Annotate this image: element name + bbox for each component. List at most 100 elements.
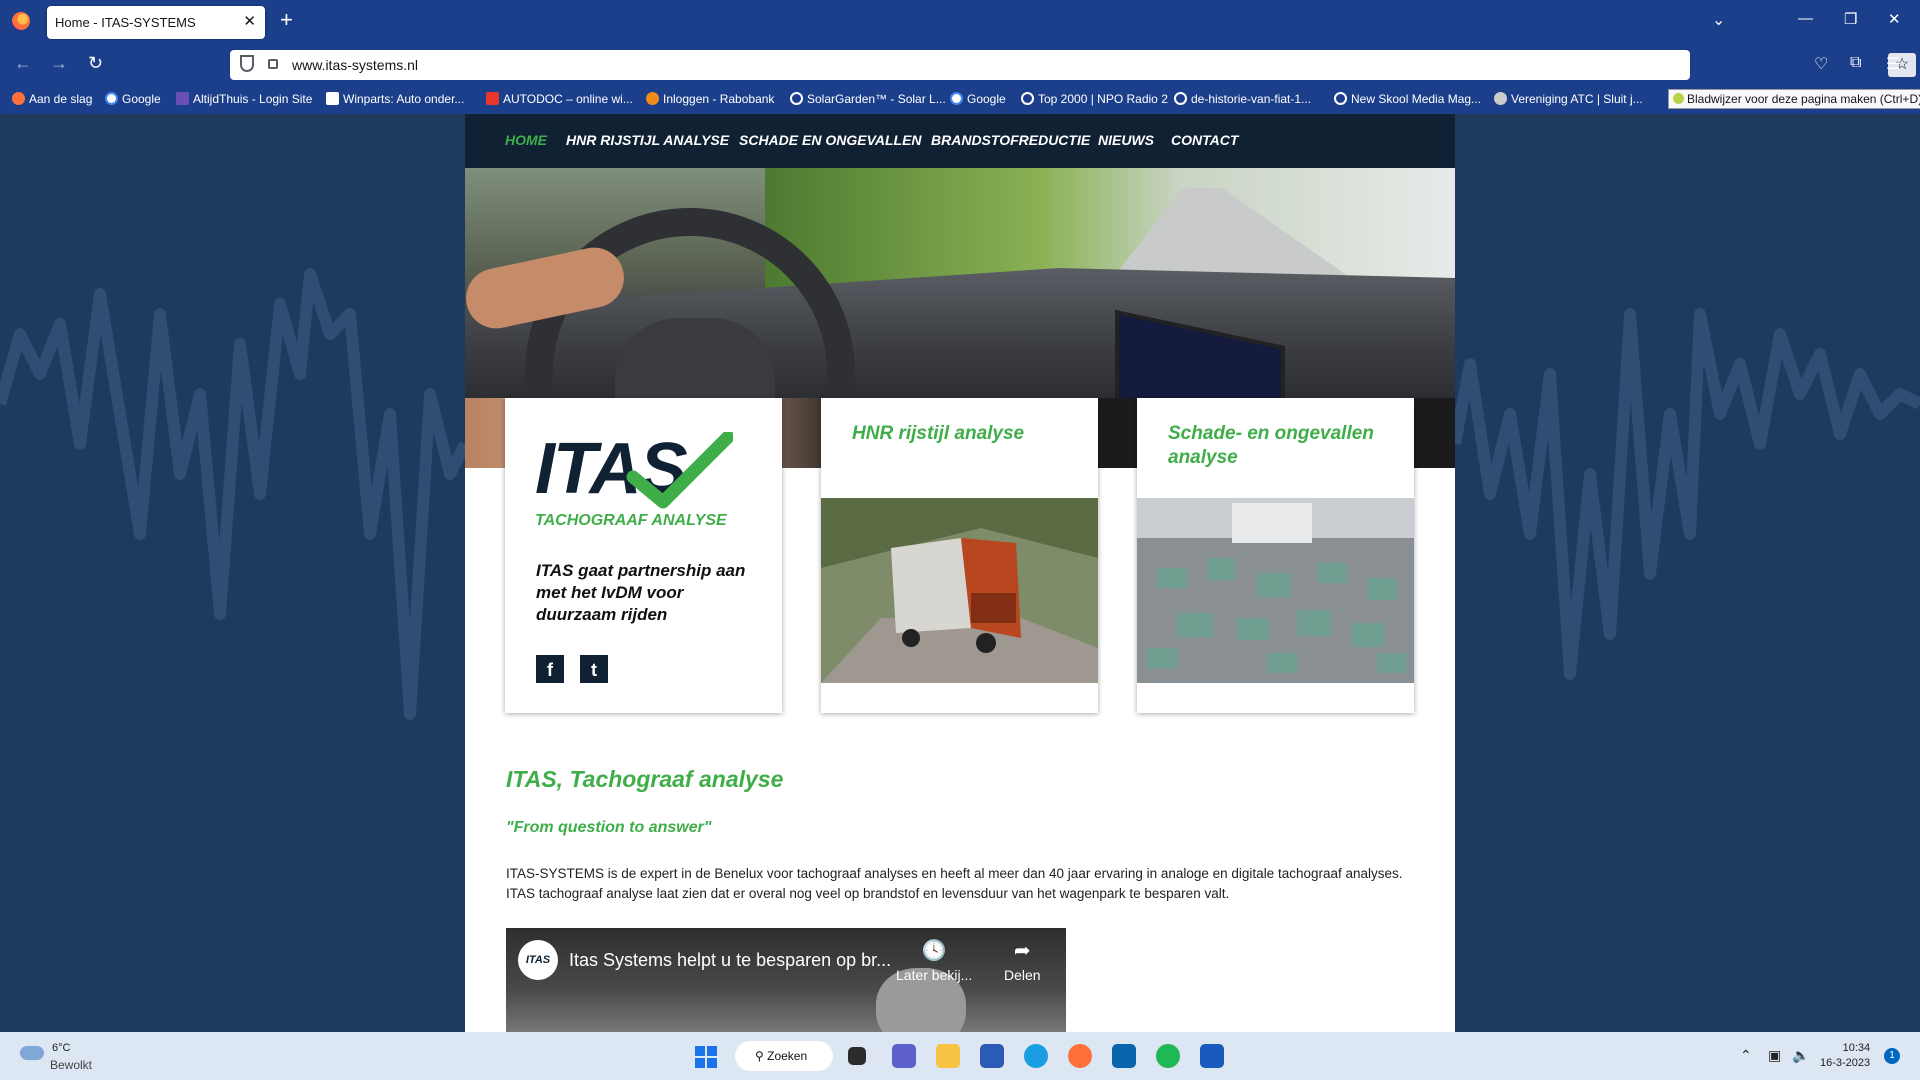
nav-contact[interactable]: CONTACT xyxy=(1171,132,1238,148)
file-explorer-icon[interactable] xyxy=(936,1044,960,1068)
start-button[interactable] xyxy=(695,1046,717,1068)
cloud-icon[interactable] xyxy=(20,1046,44,1060)
site-icon xyxy=(1494,92,1507,105)
truck-image[interactable] xyxy=(821,498,1098,683)
card-title[interactable]: Schade- en ongevallen analyse xyxy=(1168,422,1398,470)
card-title[interactable]: HNR rijstijl analyse xyxy=(852,422,1082,446)
card-hnr-rijstijl[interactable]: HNR rijstijl analyse xyxy=(821,398,1098,713)
task-view-icon[interactable] xyxy=(848,1047,866,1065)
checkmark-icon xyxy=(626,432,733,509)
word-icon[interactable] xyxy=(1200,1044,1224,1068)
tab-home[interactable]: Home - ITAS-SYSTEMS ✕ xyxy=(47,6,265,39)
bookmark-item[interactable]: SolarGarden™ - Solar L... xyxy=(790,92,946,106)
weather-description[interactable]: Bewolkt xyxy=(50,1058,92,1072)
firefox-taskbar-icon[interactable] xyxy=(1068,1044,1092,1068)
store-icon[interactable] xyxy=(980,1044,1004,1068)
bookmark-item[interactable]: Google xyxy=(105,92,161,106)
teams-icon[interactable] xyxy=(892,1044,916,1068)
extensions-icon[interactable]: ⧉ xyxy=(1850,54,1861,72)
tab-title: Home - ITAS-SYSTEMS xyxy=(55,15,196,30)
address-bar[interactable]: www.itas-systems.nl ☆ xyxy=(230,50,1916,80)
notification-badge[interactable]: 1 xyxy=(1884,1048,1900,1064)
chevron-up-icon[interactable]: ⌃ xyxy=(1740,1047,1752,1064)
twitter-icon[interactable]: t xyxy=(580,655,608,683)
reload-icon[interactable]: ↻ xyxy=(88,53,103,74)
share-button[interactable]: ➦ Delen xyxy=(1004,938,1041,983)
taskbar: 6°C Bewolkt ⚲ Zoeken ⌃ ▣ 🔈 10:34 16-3-20… xyxy=(0,1032,1920,1080)
site-container: HOME HNR RIJSTIJL ANALYSE SCHADE EN ONGE… xyxy=(465,114,1455,1032)
lock-icon[interactable] xyxy=(268,59,278,69)
volume-icon[interactable]: 🔈 xyxy=(1792,1047,1809,1064)
firefox-icon xyxy=(12,92,25,105)
site-icon xyxy=(1673,93,1684,104)
bookmark-item[interactable]: AltijdThuis - Login Site xyxy=(176,92,312,106)
card-schade-ongevallen[interactable]: Schade- en ongevallen analyse xyxy=(1137,398,1414,713)
site-icon xyxy=(176,92,189,105)
nav-home[interactable]: HOME xyxy=(505,132,547,148)
pocket-icon[interactable]: ♡ xyxy=(1814,54,1828,74)
new-tab-button[interactable]: + xyxy=(280,9,293,31)
weather-temperature[interactable]: 6°C xyxy=(52,1042,70,1054)
google-icon xyxy=(105,92,118,105)
bookmark-item[interactable]: AUTODOC – online wi... xyxy=(486,92,633,106)
menu-icon[interactable]: ☰ xyxy=(1886,54,1900,74)
bookmark-item[interactable]: New Skool Media Mag... xyxy=(1334,92,1481,106)
site-navigation: HOME HNR RIJSTIJL ANALYSE SCHADE EN ONGE… xyxy=(465,114,1455,168)
back-icon[interactable]: ← xyxy=(14,53,32,74)
globe-icon xyxy=(1021,92,1034,105)
chevron-down-icon[interactable]: ⌄ xyxy=(1712,10,1725,30)
outlook-icon[interactable] xyxy=(1112,1044,1136,1068)
shield-icon[interactable] xyxy=(240,55,254,72)
nav-brandstofreductie[interactable]: BRANDSTOFREDUCTIE xyxy=(931,132,1090,148)
intro-text: ITAS-SYSTEMS is de expert in de Benelux … xyxy=(506,866,1403,901)
browser-nav-bar: ← → ↻ www.itas-systems.nl ☆ ♡ ⧉ ☰ xyxy=(0,44,1920,86)
clock-icon: 🕓 xyxy=(921,940,947,962)
network-icon[interactable]: ▣ xyxy=(1768,1047,1781,1064)
bookmarks-toolbar: Aan de slag Google AltijdThuis - Login S… xyxy=(0,86,1920,114)
search-icon: ⚲ xyxy=(755,1049,768,1063)
site-icon xyxy=(326,92,339,105)
system-clock[interactable]: 10:34 16-3-2023 xyxy=(1820,1041,1870,1071)
bookmark-item[interactable]: Top 2000 | NPO Radio 2 xyxy=(1021,92,1168,106)
taskbar-search[interactable]: ⚲ Zoeken xyxy=(735,1041,833,1071)
firefox-icon[interactable] xyxy=(12,12,30,30)
bookmark-item[interactable]: Aan de slag xyxy=(12,92,92,106)
google-icon xyxy=(950,92,963,105)
url-text[interactable]: www.itas-systems.nl xyxy=(292,57,418,73)
close-tab-icon[interactable]: ✕ xyxy=(243,12,256,30)
edge-icon[interactable] xyxy=(1024,1044,1048,1068)
forward-icon[interactable]: → xyxy=(50,53,68,74)
bookmark-item[interactable]: Winparts: Auto onder... xyxy=(326,92,464,106)
site-icon xyxy=(486,92,499,105)
browser-tab-bar: Home - ITAS-SYSTEMS ✕ + ⌄ — ❐ ✕ xyxy=(0,0,1920,44)
bookmark-item[interactable]: Inloggen - Rabobank xyxy=(646,92,774,106)
bookmark-item[interactable]: Vereniging ATC | Sluit j... xyxy=(1494,92,1643,106)
page-viewport: HOME HNR RIJSTIJL ANALYSE SCHADE EN ONGE… xyxy=(0,114,1920,1032)
watch-later-button[interactable]: 🕓 Later bekij... xyxy=(896,938,972,983)
bookmark-tooltip: Bladwijzer voor deze pagina maken (Ctrl+… xyxy=(1668,89,1920,109)
site-icon xyxy=(646,92,659,105)
news-headline[interactable]: ITAS gaat partnership aan met het IvDM v… xyxy=(536,560,756,626)
close-window-icon[interactable]: ✕ xyxy=(1888,10,1901,28)
youtube-video[interactable]: ITAS Itas Systems helpt u te besparen op… xyxy=(506,928,1066,1032)
globe-icon xyxy=(1334,92,1347,105)
accident-image[interactable] xyxy=(1137,498,1414,683)
minimize-icon[interactable]: — xyxy=(1798,10,1813,27)
nav-schade-en-ongevallen[interactable]: SCHADE EN ONGEVALLEN xyxy=(739,132,922,148)
globe-icon xyxy=(790,92,803,105)
itas-logo: ITAS TACHOGRAAF ANALYSE xyxy=(535,426,755,536)
globe-icon xyxy=(1174,92,1187,105)
card-news: ITAS TACHOGRAAF ANALYSE ITAS gaat partne… xyxy=(505,398,782,713)
video-title[interactable]: Itas Systems helpt u te besparen op br..… xyxy=(569,950,891,971)
nav-hnr-rijstijl-analyse[interactable]: HNR RIJSTIJL ANALYSE xyxy=(566,132,729,148)
spotify-icon[interactable] xyxy=(1156,1044,1180,1068)
facebook-icon[interactable]: f xyxy=(536,655,564,683)
page-heading: ITAS, Tachograaf analyse xyxy=(506,766,784,792)
share-icon: ➦ xyxy=(1013,940,1031,962)
slogan: "From question to answer" xyxy=(506,819,712,836)
channel-avatar[interactable]: ITAS xyxy=(518,940,558,980)
bookmark-item[interactable]: de-historie-van-fiat-1... xyxy=(1174,92,1311,106)
bookmark-item[interactable]: Google xyxy=(950,92,1006,106)
nav-nieuws[interactable]: NIEUWS xyxy=(1098,132,1154,148)
restore-icon[interactable]: ❐ xyxy=(1844,10,1857,28)
